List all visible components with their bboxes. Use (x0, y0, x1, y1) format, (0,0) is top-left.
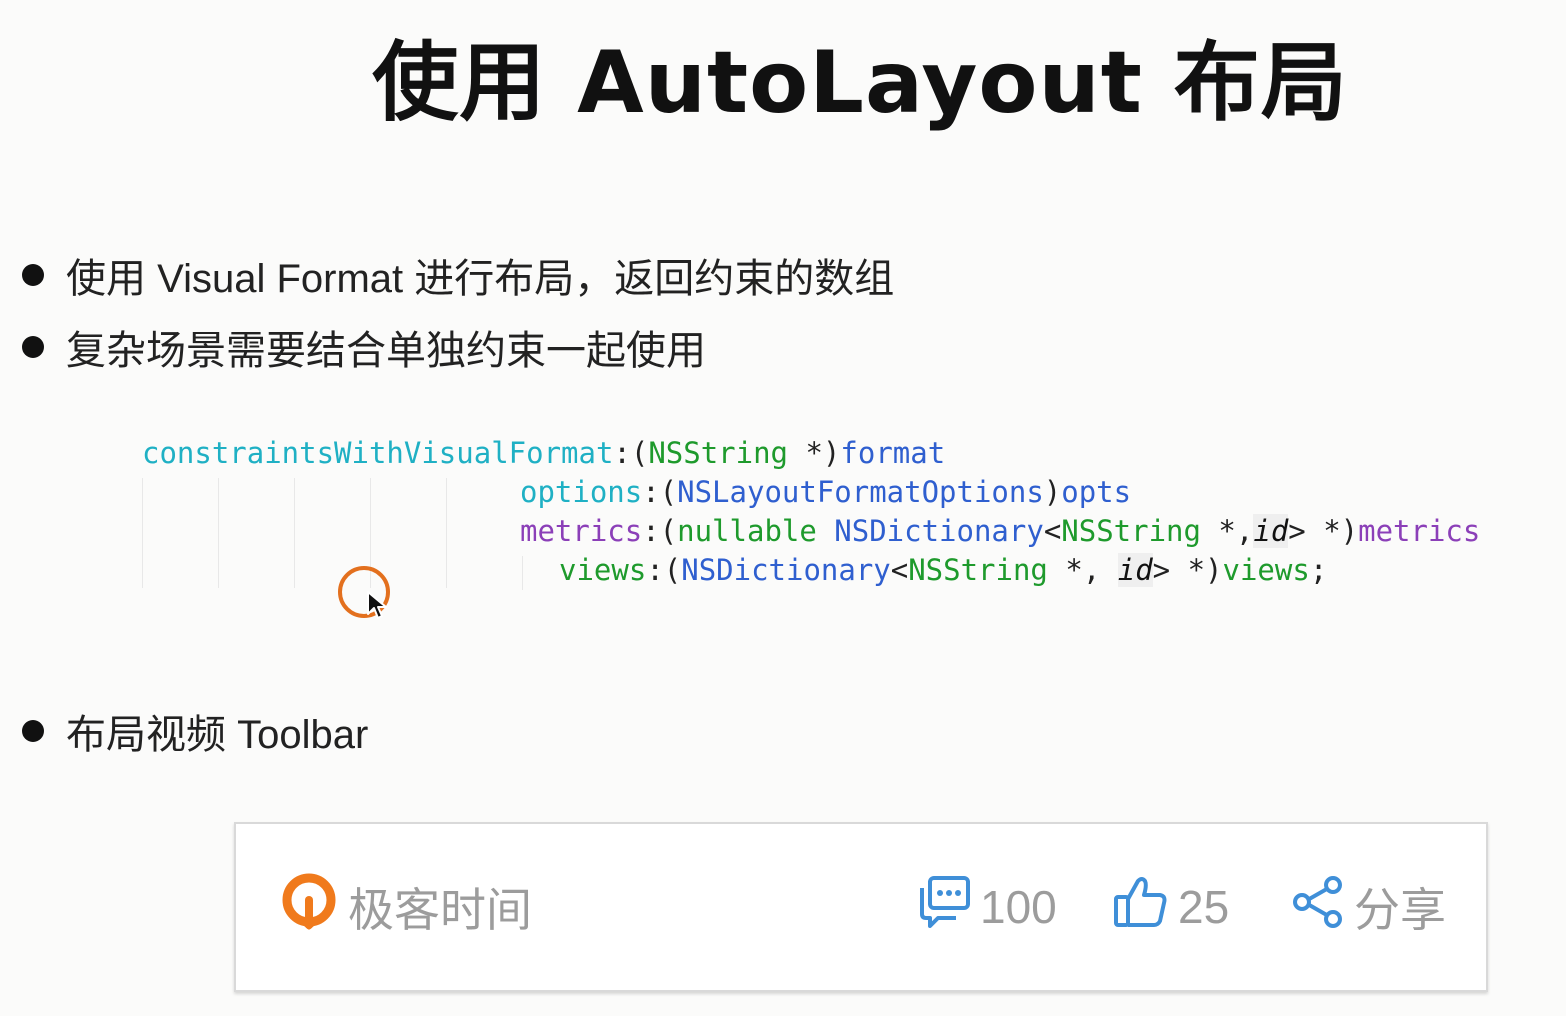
mouse-pointer-icon (366, 590, 388, 626)
share-icon (1290, 874, 1346, 941)
code-id: id (1253, 514, 1289, 548)
code-punct: *) (788, 436, 841, 470)
code-punct: > *) (1152, 553, 1223, 587)
code-punct: ) (1043, 475, 1062, 509)
video-toolbar: 极客时间 100 25 分享 (234, 822, 1488, 992)
indent-guide (218, 478, 219, 588)
bullet-item: 复杂场景需要结合单独约束一起使用 (22, 318, 706, 376)
code-punct: > *) (1288, 514, 1359, 548)
brand-area: 极客时间 (282, 824, 532, 990)
comment-count: 100 (980, 881, 1057, 933)
indent-guide (294, 478, 295, 588)
indent-guide (446, 478, 447, 588)
code-param: format (840, 436, 946, 470)
comment-icon (916, 874, 972, 941)
bullet-item: 布局视频 Toolbar (22, 702, 368, 760)
indent-guide (142, 478, 143, 588)
thumbs-up-icon (1112, 873, 1170, 942)
code-type: NSDictionary (834, 514, 1044, 548)
slide: 使用 AutoLayout 布局 使用 Visual Format 进行布局，返… (0, 0, 1566, 1016)
share-button[interactable]: 分享 (1290, 824, 1446, 990)
code-param: opts (1061, 475, 1132, 509)
code-method: metrics (520, 514, 643, 548)
code-type: NSString (1061, 514, 1201, 548)
bullet-text: 布局视频 Toolbar (66, 713, 369, 757)
code-line: options:(NSLayoutFormatOptions)opts (520, 473, 1131, 512)
code-punct: < (1043, 514, 1062, 548)
code-line: constraintsWithVisualFormat:(NSString *)… (142, 434, 945, 473)
comment-button[interactable]: 100 (916, 824, 1057, 990)
code-type: NSString (648, 436, 789, 470)
bullet-dot (22, 336, 44, 358)
bullet-dot (22, 264, 44, 286)
code-param: metrics (1358, 514, 1481, 548)
like-button[interactable]: 25 (1112, 824, 1229, 990)
code-id: id (1117, 553, 1153, 587)
code-keyword: nullable (677, 514, 817, 548)
code-punct: :( (613, 436, 649, 470)
indent-guide (522, 556, 523, 590)
code-punct: ; (1309, 553, 1328, 587)
code-punct: :( (642, 514, 678, 548)
bullet-text: 复杂场景需要结合单独约束一起使用 (66, 329, 706, 373)
code-type: NSString (908, 553, 1048, 587)
code-type: NSLayoutFormatOptions (677, 475, 1044, 509)
code-punct (817, 514, 834, 548)
brand-name: 极客时间 (348, 884, 532, 936)
bullet-item: 使用 Visual Format 进行布局，返回约束的数组 (22, 246, 894, 304)
code-method: options (520, 475, 643, 509)
code-line: views:(NSDictionary<NSString *, id> *)vi… (559, 551, 1327, 590)
code-punct: :( (646, 553, 682, 587)
like-count: 25 (1178, 881, 1230, 933)
bullet-text: 使用 Visual Format 进行布局，返回约束的数组 (66, 257, 895, 301)
code-punct: *, (1200, 514, 1254, 548)
code-punct: *, (1047, 553, 1118, 587)
code-type: NSDictionary (681, 553, 891, 587)
code-method: views (559, 553, 647, 587)
share-label: 分享 (1354, 884, 1446, 936)
code-method: constraintsWithVisualFormat (142, 436, 614, 470)
code-param: views (1222, 553, 1310, 587)
code-punct: :( (642, 475, 678, 509)
code-line: metrics:(nullable NSDictionary<NSString … (520, 512, 1480, 551)
slide-title: 使用 AutoLayout 布局 (372, 33, 1348, 133)
code-punct: < (890, 553, 909, 587)
geektime-logo-icon (282, 873, 336, 942)
bullet-dot (22, 720, 44, 742)
